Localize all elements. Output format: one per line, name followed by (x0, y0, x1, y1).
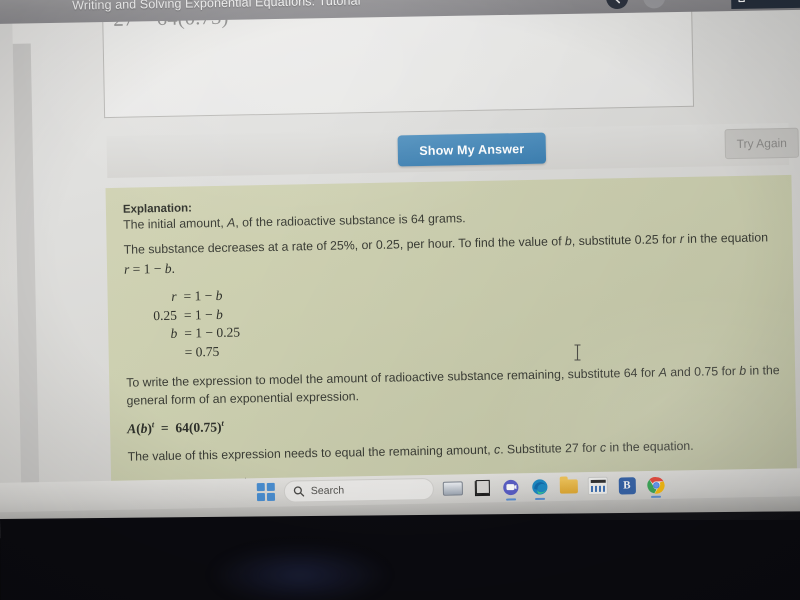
edge-browser-icon[interactable] (530, 477, 550, 497)
windows-start-icon[interactable] (256, 482, 276, 502)
explanation-paragraph-3: To write the expression to model the amo… (126, 363, 780, 408)
chevron-left-icon (613, 0, 620, 3)
monitor-screen: 27 = 64(0.75)t Show My Answer Try Again … (0, 0, 800, 539)
progress-current: 22 (673, 0, 685, 1)
progress-total: 27 (698, 0, 710, 1)
equation-group-solve-b: r = 1 − b 0.25 = 1 − b b = 1 − 0.25 = 0.75 (124, 276, 780, 363)
edge-glyph (532, 479, 548, 495)
chrome-browser-icon[interactable] (646, 475, 666, 495)
file-explorer-icon[interactable] (472, 478, 492, 498)
progress-of: of (687, 0, 696, 1)
save-and-exit-label: Save & Exit (755, 0, 800, 2)
show-my-answer-button[interactable]: Show My Answer (397, 132, 547, 167)
progress-indicator: 22of27 (673, 0, 711, 1)
teams-glyph (503, 479, 519, 496)
screen-glow-reflection (210, 545, 390, 600)
answer-box[interactable]: 27 = 64(0.75)t (102, 4, 695, 119)
try-again-button[interactable]: Try Again (724, 127, 800, 160)
previous-question-button[interactable] (605, 0, 629, 10)
explanation-panel: Explanation: The initial amount, A, of t… (105, 174, 798, 511)
amazon-icon[interactable] (587, 476, 608, 496)
save-and-exit-button[interactable]: Save & Exit (730, 0, 800, 10)
search-placeholder: Search (310, 484, 345, 498)
blackboard-letter: B (618, 476, 636, 495)
page-title: Writing and Solving Exponential Equation… (72, 0, 361, 13)
folder-icon[interactable] (559, 476, 579, 496)
area-below-screen (0, 511, 800, 600)
photo-of-monitor: 27 = 64(0.75)t Show My Answer Try Again … (0, 0, 800, 600)
chrome-glyph (646, 476, 665, 494)
next-question-button[interactable] (642, 0, 666, 9)
browser-content-page: 27 = 64(0.75)t Show My Answer Try Again … (12, 2, 800, 514)
blackboard-icon[interactable]: B (617, 475, 637, 495)
page-left-margin (12, 43, 40, 514)
action-button-bar: Show My Answer Try Again (106, 122, 800, 179)
equation-general-form: A(b)t = 64(0.75)t (126, 419, 224, 437)
search-icon (293, 486, 305, 497)
explanation-paragraph-4: The value of this expression needs to eq… (127, 438, 694, 464)
search-input[interactable]: Search (283, 477, 435, 503)
widgets-weather-icon[interactable] (442, 478, 463, 498)
exit-door-icon (738, 0, 745, 2)
teams-icon[interactable] (501, 477, 521, 497)
